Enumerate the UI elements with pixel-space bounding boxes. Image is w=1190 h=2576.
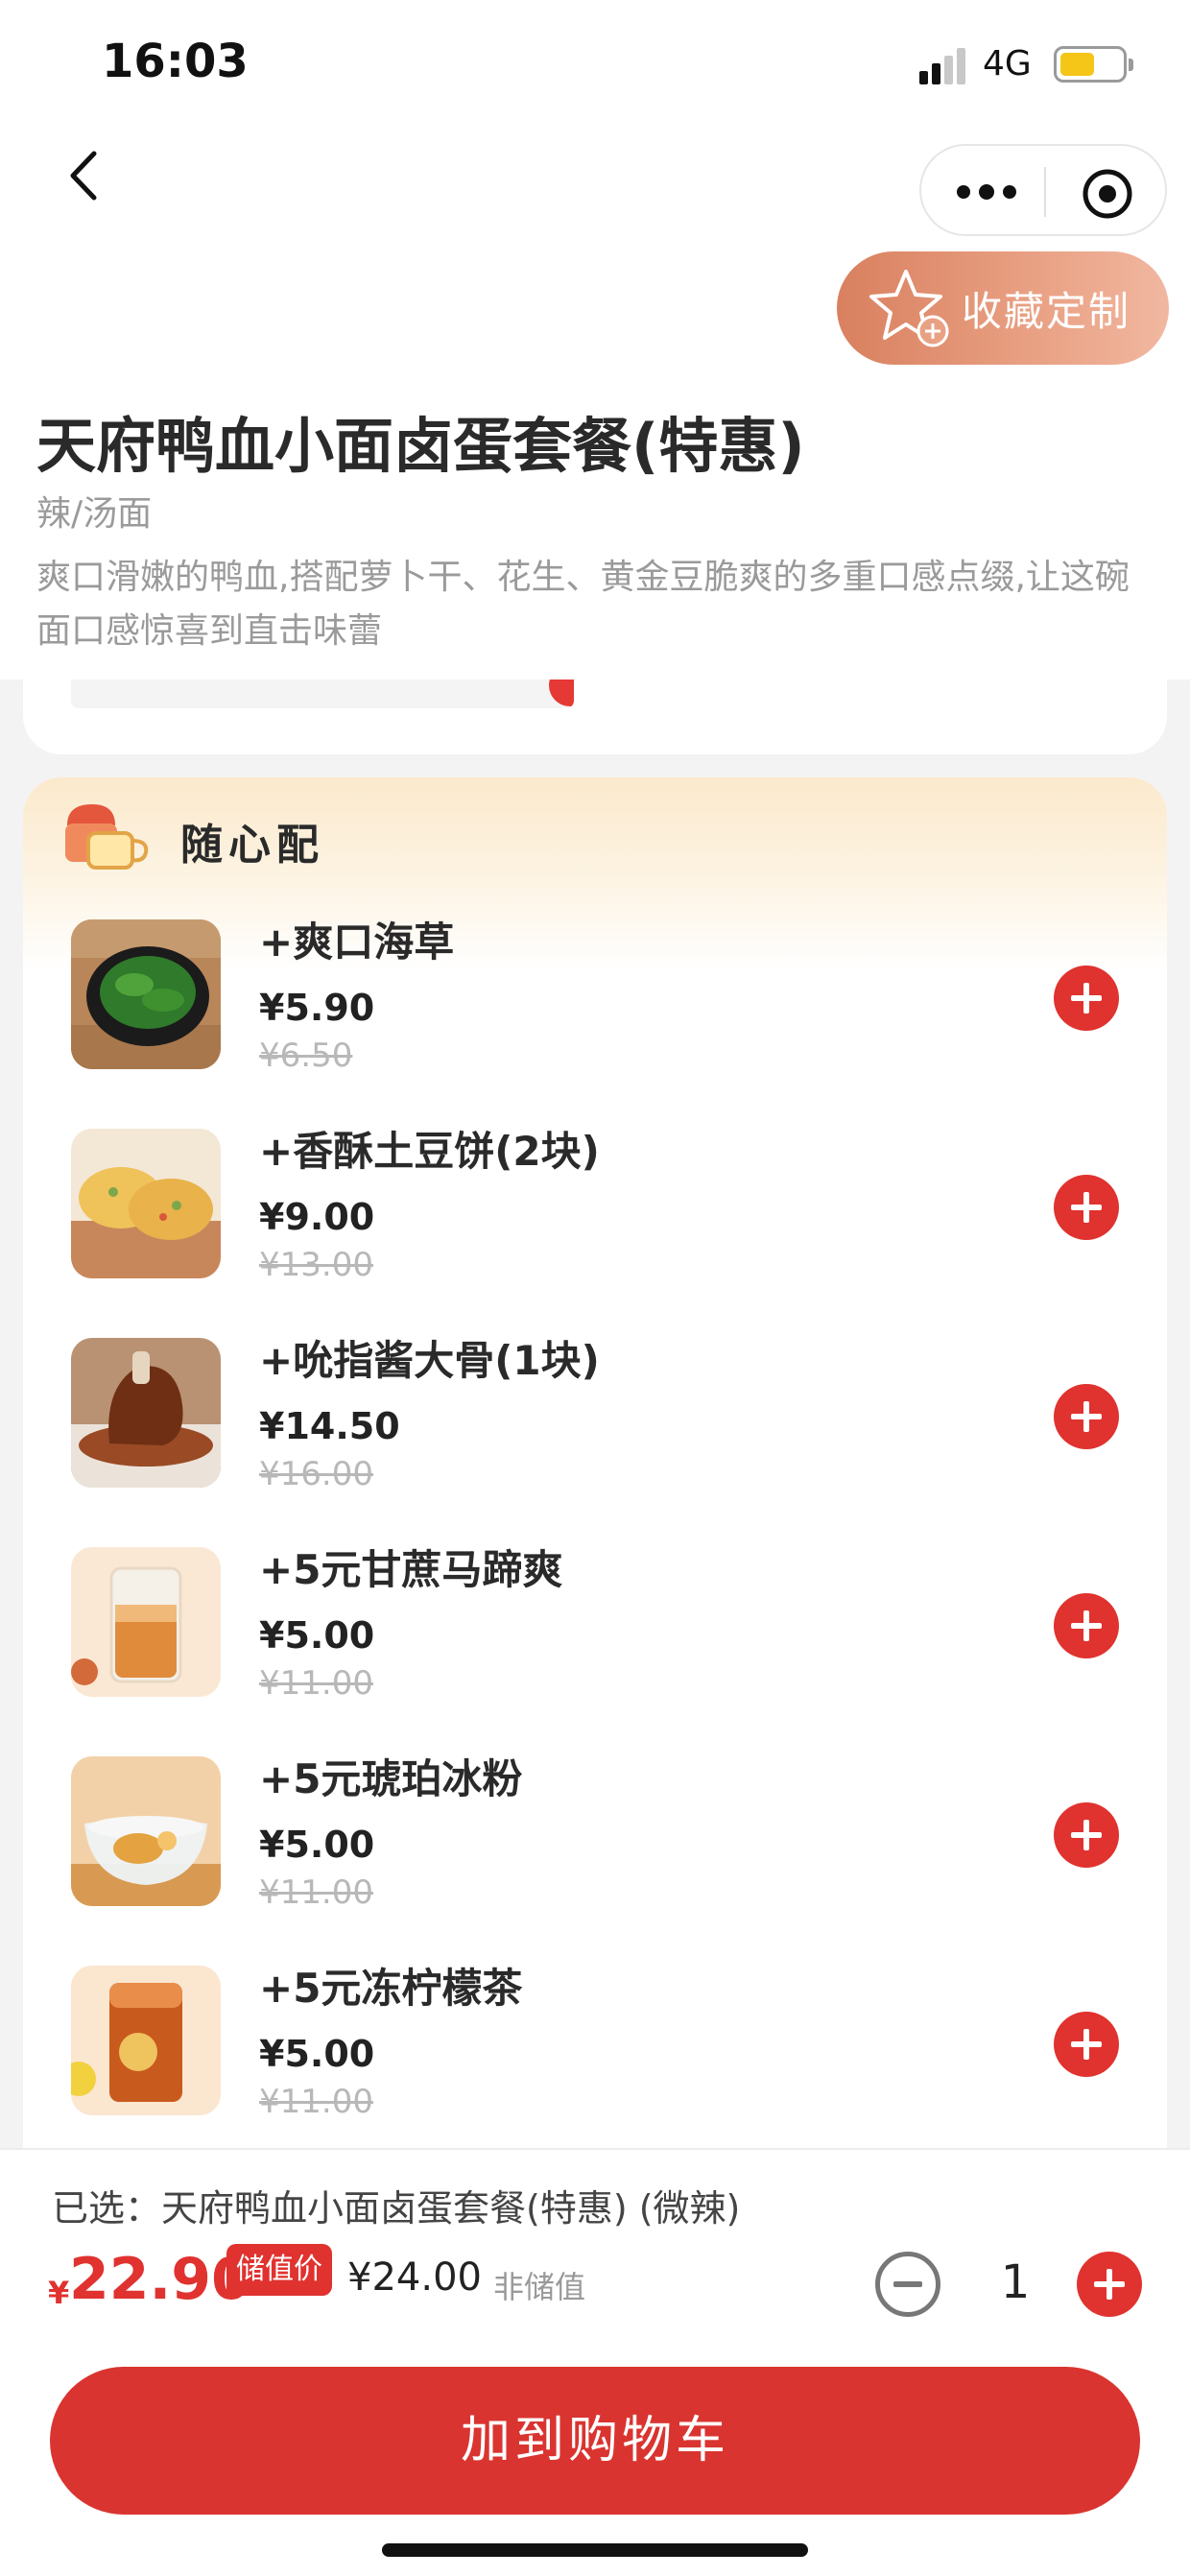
favorite-button[interactable]: 收藏定制 <box>837 251 1169 365</box>
back-button[interactable] <box>58 142 115 209</box>
network-label: 4G <box>983 44 1032 83</box>
addon-price: ¥9.00 <box>259 1196 375 1238</box>
add-sauce-bone-button[interactable] <box>1054 1384 1119 1449</box>
addon-original-price: ¥6.50 <box>259 1037 353 1075</box>
addon-price: ¥14.50 <box>259 1405 400 1447</box>
close-button[interactable] <box>1077 163 1138 225</box>
chevron-left-icon <box>70 151 97 201</box>
product-title: 天府鸭血小面卤蛋套餐(特惠) <box>36 411 805 481</box>
quantity-value: 1 <box>1000 2255 1031 2309</box>
addon-thumbnail-sugarcane-drink <box>71 1547 221 1697</box>
add-seaweed-button[interactable] <box>1054 966 1119 1031</box>
battery-icon <box>1054 46 1133 83</box>
addon-price: ¥5.90 <box>259 987 375 1029</box>
addon-name: +5元甘蔗马蹄爽 <box>259 1546 563 1593</box>
addon-item: +爽口海草 ¥5.90 ¥6.50 <box>23 904 1167 1096</box>
addon-price: ¥5.00 <box>259 1614 375 1657</box>
addon-original-price: ¥11.00 <box>259 1873 373 1912</box>
stored-value-price: 22.90 <box>69 2246 251 2313</box>
home-indicator <box>382 2543 808 2557</box>
cup-icon <box>65 804 149 870</box>
addon-name: +5元琥珀冰粉 <box>259 1755 523 1802</box>
spec-option-chip[interactable] <box>71 680 574 708</box>
decrease-quantity-button[interactable] <box>875 2252 940 2317</box>
addon-original-price: ¥16.00 <box>259 1455 373 1493</box>
addon-card: 随心配 +爽口海草 ¥5.90 ¥6.50 +香酥土豆饼(2块) ¥9.00 ¥… <box>23 777 1167 2150</box>
regular-price-label: 非储值 <box>493 2269 586 2305</box>
mini-program-capsule <box>919 144 1167 236</box>
bottom-bar: 已选：天府鸭血小面卤蛋套餐(特惠) (微辣) ¥ 22.90 储值价 ¥24.0… <box>0 2148 1190 2576</box>
add-ice-jelly-button[interactable] <box>1054 1802 1119 1868</box>
battery-level <box>1060 53 1094 76</box>
more-dots-icon <box>957 184 1016 200</box>
addon-name: +吮指酱大骨(1块) <box>259 1337 600 1384</box>
add-sugarcane-drink-button[interactable] <box>1054 1593 1119 1658</box>
favorite-label: 收藏定制 <box>962 287 1131 335</box>
add-to-cart-button[interactable]: 加到购物车 <box>50 2367 1140 2515</box>
addon-section-title: 随心配 <box>180 821 324 870</box>
product-description: 爽口滑嫩的鸭血,搭配萝卜干、花生、黄金豆脆爽的多重口感点缀,让这碗面口感惊喜到直… <box>36 558 1130 651</box>
addon-price: ¥5.00 <box>259 2033 375 2075</box>
price-row: ¥ 22.90 储值价 ¥24.00 非储值 1 <box>48 2244 1142 2342</box>
target-close-icon <box>1083 169 1132 219</box>
addon-original-price: ¥11.00 <box>259 1664 373 1703</box>
addon-item: +吮指酱大骨(1块) ¥14.50 ¥16.00 <box>23 1323 1167 1515</box>
add-potato-pancake-button[interactable] <box>1054 1175 1119 1240</box>
spec-badge-dot <box>549 680 574 706</box>
status-bar: 16:03 4G <box>0 0 1190 125</box>
capsule-divider <box>1044 167 1046 217</box>
addon-thumbnail-ice-jelly <box>71 1756 221 1906</box>
currency-symbol: ¥ <box>48 2275 70 2311</box>
product-category: 辣/汤面 <box>36 494 153 534</box>
addon-thumbnail-seaweed <box>71 919 221 1069</box>
addon-thumbnail-lemon-tea <box>71 1966 221 2115</box>
addon-thumbnail-potato-pancake <box>71 1129 221 1278</box>
add-lemon-tea-button[interactable] <box>1054 2012 1119 2077</box>
selected-summary: 已选：天府鸭血小面卤蛋套餐(特惠) (微辣) <box>52 2187 741 2230</box>
signal-icon <box>919 46 967 84</box>
star-plus-icon <box>869 270 949 347</box>
addon-name: +5元冻柠檬茶 <box>259 1965 523 2012</box>
increase-quantity-button[interactable] <box>1077 2252 1142 2317</box>
addon-thumbnail-sauce-bone <box>71 1338 221 1488</box>
addon-name: +香酥土豆饼(2块) <box>259 1128 600 1175</box>
addon-item: +5元琥珀冰粉 ¥5.00 ¥11.00 <box>23 1741 1167 1933</box>
more-button[interactable] <box>948 169 1025 215</box>
status-time: 16:03 <box>102 35 249 88</box>
stored-value-badge: 储值价 <box>226 2244 332 2296</box>
addon-item: +5元冻柠檬茶 ¥5.00 ¥11.00 <box>23 1950 1167 2142</box>
addon-item: +香酥土豆饼(2块) ¥9.00 ¥13.00 <box>23 1113 1167 1305</box>
regular-price: ¥24.00 <box>347 2255 482 2300</box>
addon-item: +5元甘蔗马蹄爽 ¥5.00 ¥11.00 <box>23 1532 1167 1724</box>
addon-price: ¥5.00 <box>259 1824 375 1866</box>
addon-original-price: ¥11.00 <box>259 2083 373 2121</box>
addon-original-price: ¥13.00 <box>259 1246 373 1284</box>
addon-name: +爽口海草 <box>259 918 455 966</box>
